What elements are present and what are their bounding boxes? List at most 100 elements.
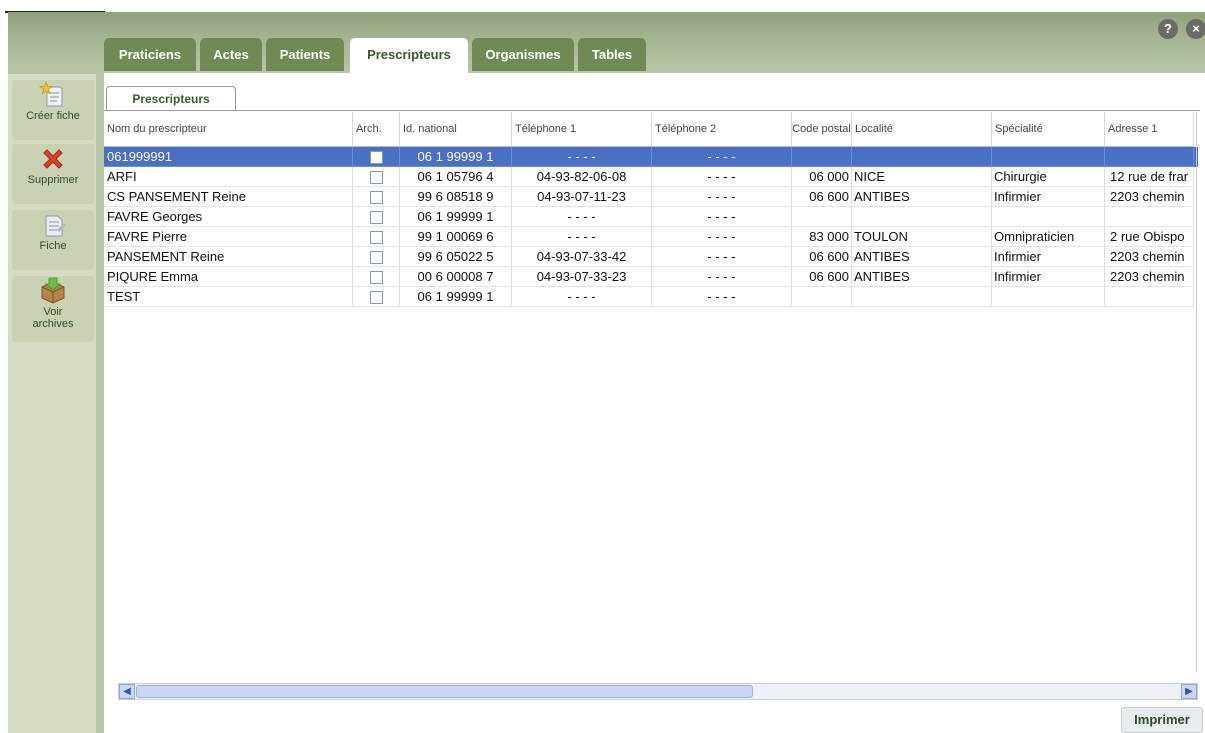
cell-address <box>1105 287 1194 307</box>
scroll-left-button[interactable]: ◀ <box>119 684 135 699</box>
delete-button[interactable]: Supprimer <box>12 144 94 204</box>
cell-postal: 83 000 <box>792 227 852 247</box>
cell-specialty: Infirmier <box>992 187 1105 207</box>
tab-tables[interactable]: Tables <box>578 38 646 71</box>
delete-label: Supprimer <box>27 174 79 186</box>
cell-id: 99 6 05022 5 <box>400 247 512 267</box>
cell-tel2: - - - - <box>652 147 792 167</box>
cell-arch <box>353 227 400 247</box>
archive-checkbox[interactable] <box>369 151 383 165</box>
cell-address: 12 rue de frar <box>1105 167 1194 187</box>
table-row[interactable]: TEST 06 1 99999 1 - - - - - - - - <box>104 287 1198 307</box>
cell-postal: 06 600 <box>792 247 852 267</box>
cell-tel2: - - - - <box>652 187 792 207</box>
horizontal-scrollbar[interactable]: ◀ ▶ <box>118 683 1198 700</box>
table-row[interactable]: FAVRE Pierre 99 1 00069 6 - - - - - - - … <box>104 227 1198 247</box>
archive-box-icon <box>41 277 65 304</box>
cell-tel1: 04-93-07-33-23 <box>512 267 652 287</box>
table-row[interactable]: PIQURE Emma 00 6 00008 7 04-93-07-33-23 … <box>104 267 1198 287</box>
tab-prescripteurs[interactable]: Prescripteurs <box>350 38 468 73</box>
table-row[interactable]: PANSEMENT Reine 99 6 05022 5 04-93-07-33… <box>104 247 1198 267</box>
tab-patients[interactable]: Patients <box>266 38 344 71</box>
table-row[interactable]: FAVRE Georges 06 1 99999 1 - - - - - - -… <box>104 207 1198 227</box>
archive-checkbox[interactable] <box>369 291 383 305</box>
tab-praticiens[interactable]: Praticiens <box>104 38 196 71</box>
tab-actes[interactable]: Actes <box>200 38 262 71</box>
tab-organismes[interactable]: Organismes <box>472 38 574 71</box>
cell-id: 99 1 00069 6 <box>400 227 512 247</box>
archive-checkbox[interactable] <box>369 271 383 285</box>
cell-name: TEST <box>104 287 353 307</box>
cell-arch <box>353 167 400 187</box>
cell-id: 06 1 05796 4 <box>400 167 512 187</box>
cell-postal <box>792 287 852 307</box>
col-header-tel1[interactable]: Téléphone 1 <box>512 112 652 146</box>
vertical-scrollbar[interactable] <box>1196 112 1203 672</box>
archive-checkbox[interactable] <box>369 251 383 265</box>
cell-postal: 06 600 <box>792 187 852 207</box>
archive-checkbox[interactable] <box>369 191 383 205</box>
table-row[interactable]: ARFI 06 1 05796 4 04-93-82-06-08 - - - -… <box>104 167 1198 187</box>
archive-checkbox[interactable] <box>369 231 383 245</box>
cell-postal <box>792 207 852 227</box>
create-record-button[interactable]: Créer fiche <box>12 80 94 140</box>
cell-tel1: 04-93-07-33-42 <box>512 247 652 267</box>
close-icon[interactable]: × <box>1186 19 1205 39</box>
col-header-address[interactable]: Adresse 1 <box>1105 112 1194 146</box>
view-archives-button[interactable]: Voir archives <box>12 276 94 342</box>
red-cross-icon <box>43 149 63 169</box>
col-header-specialty[interactable]: Spécialité <box>992 112 1105 146</box>
col-header-name[interactable]: Nom du prescripteur <box>104 112 353 146</box>
col-header-arch[interactable]: Arch. <box>353 112 400 146</box>
cell-id: 06 1 99999 1 <box>400 287 512 307</box>
cell-id: 99 6 08518 9 <box>400 187 512 207</box>
cell-arch <box>353 247 400 267</box>
table-row[interactable]: CS PANSEMENT Reine 99 6 08518 9 04-93-07… <box>104 187 1198 207</box>
cell-tel1: - - - - <box>512 207 652 227</box>
col-header-id[interactable]: Id. national <box>400 112 512 146</box>
help-icon[interactable]: ? <box>1158 19 1178 39</box>
record-button[interactable]: Fiche <box>12 210 94 270</box>
cell-tel1: 04-93-82-06-08 <box>512 167 652 187</box>
cell-address <box>1105 147 1194 167</box>
cell-locality <box>852 287 992 307</box>
cell-tel1: 04-93-07-11-23 <box>512 187 652 207</box>
archive-checkbox[interactable] <box>369 171 383 185</box>
cell-locality <box>852 147 992 167</box>
cell-arch <box>353 287 400 307</box>
cell-arch <box>353 187 400 207</box>
view-archives-label: Voir archives <box>32 306 74 330</box>
cell-tel2: - - - - <box>652 167 792 187</box>
top-strip <box>0 0 1205 13</box>
archive-checkbox[interactable] <box>369 211 383 225</box>
cell-postal <box>792 147 852 167</box>
document-icon <box>45 215 66 237</box>
cell-tel1: - - - - <box>512 147 652 167</box>
cell-locality: TOULON <box>852 227 992 247</box>
cell-name: FAVRE Georges <box>104 207 353 227</box>
cell-id: 06 1 99999 1 <box>400 147 512 167</box>
cell-tel2: - - - - <box>652 287 792 307</box>
record-label: Fiche <box>39 240 67 252</box>
scroll-right-button[interactable]: ▶ <box>1181 684 1197 699</box>
cell-locality: ANTIBES <box>852 247 992 267</box>
cell-name: PANSEMENT Reine <box>104 247 353 267</box>
cell-address: 2203 chemin <box>1105 267 1194 287</box>
cell-specialty: Chirurgie <box>992 167 1105 187</box>
table-row[interactable]: 061999991 06 1 99999 1 - - - - - - - - <box>104 147 1198 167</box>
table-header: Nom du prescripteur Arch. Id. national T… <box>104 112 1194 147</box>
subtab-prescripteurs[interactable]: Prescripteurs <box>106 86 236 111</box>
cell-arch <box>353 267 400 287</box>
cell-postal: 06 600 <box>792 267 852 287</box>
cell-name: PIQURE Emma <box>104 267 353 287</box>
col-header-tel2[interactable]: Téléphone 2 <box>652 112 792 146</box>
col-header-postal[interactable]: Code postal <box>792 112 852 146</box>
cell-locality: ANTIBES <box>852 267 992 287</box>
cell-arch <box>353 207 400 227</box>
scrollbar-thumb[interactable] <box>136 685 753 698</box>
col-header-locality[interactable]: Localité <box>852 112 992 146</box>
cell-id: 06 1 99999 1 <box>400 207 512 227</box>
print-button[interactable]: Imprimer <box>1121 707 1203 733</box>
cell-locality: NICE <box>852 167 992 187</box>
cell-id: 00 6 00008 7 <box>400 267 512 287</box>
